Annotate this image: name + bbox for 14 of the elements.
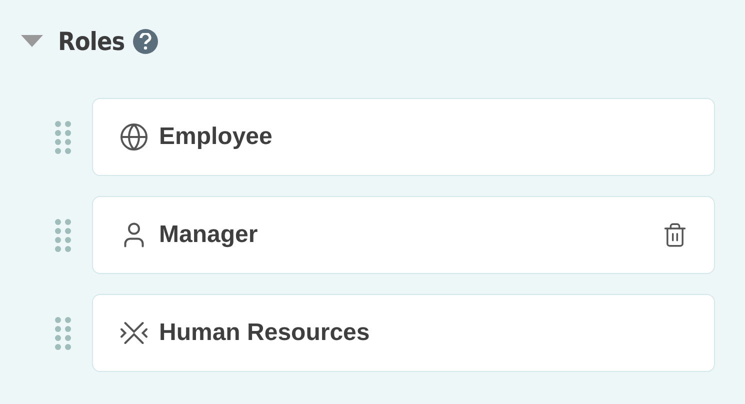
role-card[interactable]: Employee xyxy=(92,98,715,176)
role-label: Manager xyxy=(159,221,259,249)
help-icon[interactable] xyxy=(132,28,158,54)
delete-icon[interactable] xyxy=(662,222,688,248)
drag-handle-icon[interactable] xyxy=(54,120,72,154)
role-card[interactable]: Human Resources xyxy=(92,294,715,372)
section-title: Roles xyxy=(58,26,125,56)
collapse-toggle-icon[interactable] xyxy=(20,34,44,48)
role-label: Employee xyxy=(159,123,274,151)
drag-handle-icon[interactable] xyxy=(54,218,72,252)
role-card[interactable]: Manager xyxy=(92,196,715,274)
role-label: Human Resources xyxy=(159,319,371,347)
globe-icon xyxy=(119,122,149,152)
drag-handle-icon[interactable] xyxy=(54,316,72,350)
